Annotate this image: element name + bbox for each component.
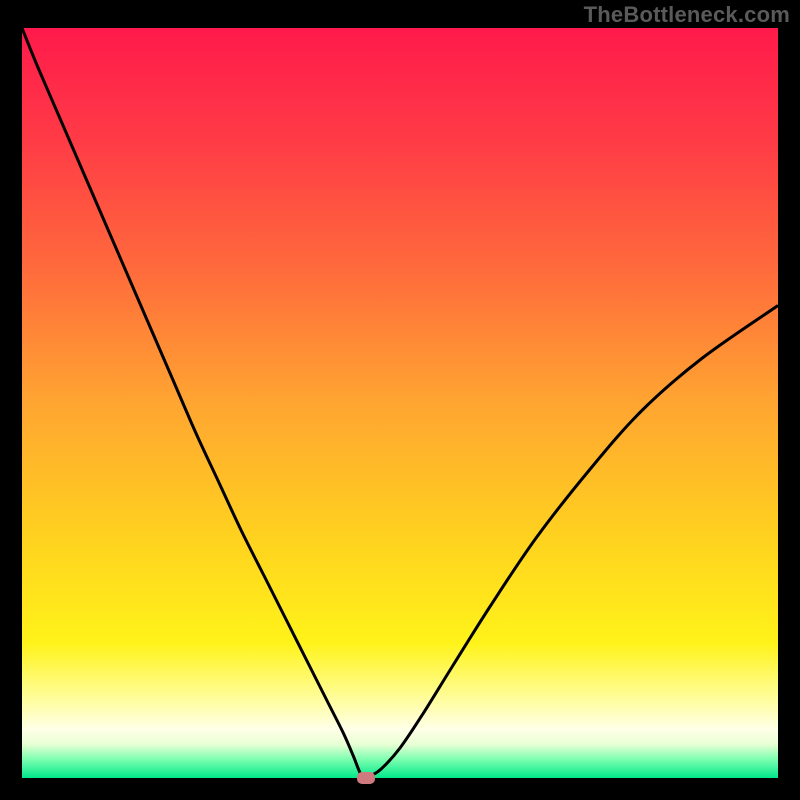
optimal-point-marker [357,772,375,784]
chart-frame: TheBottleneck.com [0,0,800,800]
chart-svg [22,28,778,778]
gradient-background [22,28,778,778]
watermark-text: TheBottleneck.com [584,2,790,28]
plot-area [22,28,778,778]
